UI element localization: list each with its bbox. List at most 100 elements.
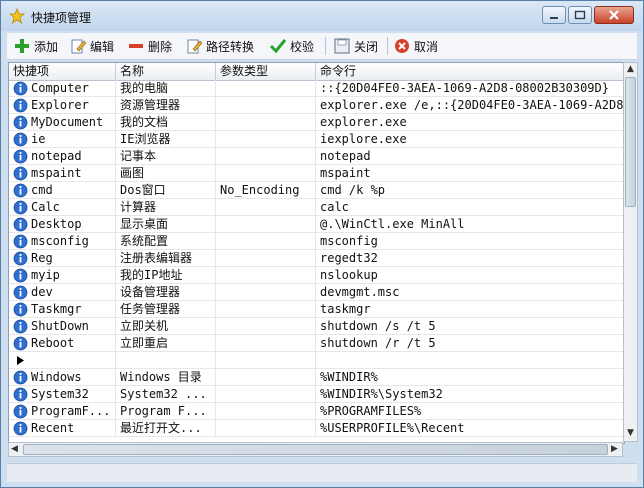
table-row[interactable]: Windows Windows 目录 %WINDIR%: [9, 369, 624, 386]
shortcut-cell[interactable]: Taskmgr: [9, 301, 116, 318]
name-cell[interactable]: System32 ...: [116, 386, 216, 403]
column-header-name[interactable]: 名称: [116, 63, 216, 80]
name-cell[interactable]: 立即关机: [116, 318, 216, 335]
param-type-cell[interactable]: No_Encoding: [216, 182, 316, 199]
path-convert-button[interactable]: 路径转换: [185, 36, 254, 56]
param-type-cell[interactable]: [216, 403, 316, 420]
name-cell[interactable]: 我的文档: [116, 114, 216, 131]
scroll-right-icon[interactable]: ▶: [611, 444, 618, 454]
table-row[interactable]: Desktop 显示桌面 @.\WinCtl.exe MinAll: [9, 216, 624, 233]
command-cell[interactable]: calc: [316, 199, 624, 216]
command-cell[interactable]: mspaint: [316, 165, 624, 182]
table-row[interactable]: System32 System32 ... %WINDIR%\System32: [9, 386, 624, 403]
table-row[interactable]: ie IE浏览器 iexplore.exe: [9, 131, 624, 148]
table-row[interactable]: Computer 我的电脑::{20D04FE0-3AEA-1069-A2D8-0…: [9, 80, 624, 97]
delete-button[interactable]: 删除: [127, 36, 172, 56]
param-type-cell[interactable]: [216, 199, 316, 216]
shortcut-cell[interactable]: Explorer: [9, 97, 116, 114]
new-row[interactable]: [9, 352, 624, 369]
table-row[interactable]: ShutDown 立即关机 shutdown /s /t 5: [9, 318, 624, 335]
shortcut-cell[interactable]: Computer: [9, 80, 116, 97]
scroll-up-icon[interactable]: ▲: [627, 64, 634, 74]
shortcut-cell[interactable]: MyDocument: [9, 114, 116, 131]
name-cell[interactable]: 我的电脑: [116, 80, 216, 97]
command-cell[interactable]: @.\WinCtl.exe MinAll: [316, 216, 624, 233]
scroll-left-icon[interactable]: ◀: [11, 444, 18, 454]
param-type-cell[interactable]: [216, 386, 316, 403]
column-header-shortcut[interactable]: 快捷项: [9, 63, 116, 80]
command-cell[interactable]: devmgmt.msc: [316, 284, 624, 301]
name-cell[interactable]: 设备管理器: [116, 284, 216, 301]
cancel-button[interactable]: 取消: [393, 36, 438, 56]
shortcut-cell[interactable]: [9, 352, 116, 369]
command-cell[interactable]: notepad: [316, 148, 624, 165]
shortcut-cell[interactable]: Windows: [9, 369, 116, 386]
table-row[interactable]: Taskmgr 任务管理器 taskmgr: [9, 301, 624, 318]
name-cell[interactable]: [116, 352, 216, 369]
name-cell[interactable]: 记事本: [116, 148, 216, 165]
param-type-cell[interactable]: [216, 284, 316, 301]
name-cell[interactable]: 最近打开文...: [116, 420, 216, 437]
table-row[interactable]: Calc 计算器 calc: [9, 199, 624, 216]
table-row[interactable]: Recent 最近打开文... %USERPROFILE%\Recent: [9, 420, 624, 437]
command-cell[interactable]: explorer.exe /e,::{20D04FE0-3AEA-1069-A2…: [316, 97, 624, 114]
param-type-cell[interactable]: [216, 80, 316, 97]
shortcut-cell[interactable]: Recent: [9, 420, 116, 437]
minimize-button[interactable]: [542, 6, 566, 24]
column-header-param-type[interactable]: 参数类型: [216, 63, 316, 80]
name-cell[interactable]: Program F...: [116, 403, 216, 420]
name-cell[interactable]: 立即重启: [116, 335, 216, 352]
table-row[interactable]: msconfig 系统配置 msconfig: [9, 233, 624, 250]
verify-button[interactable]: 校验: [269, 36, 314, 56]
command-cell[interactable]: %WINDIR%: [316, 369, 624, 386]
name-cell[interactable]: 资源管理器: [116, 97, 216, 114]
shortcut-cell[interactable]: dev: [9, 284, 116, 301]
scroll-thumb[interactable]: [625, 77, 636, 207]
name-cell[interactable]: 任务管理器: [116, 301, 216, 318]
shortcut-cell[interactable]: cmd: [9, 182, 116, 199]
shortcut-cell[interactable]: Calc: [9, 199, 116, 216]
add-button[interactable]: 添加: [13, 36, 58, 56]
command-cell[interactable]: %WINDIR%\System32: [316, 386, 624, 403]
command-cell[interactable]: cmd /k %p: [316, 182, 624, 199]
shortcut-cell[interactable]: msconfig: [9, 233, 116, 250]
table-row[interactable]: cmd Dos窗口 No_Encoding cmd /k %p: [9, 182, 624, 199]
name-cell[interactable]: 注册表编辑器: [116, 250, 216, 267]
shortcut-cell[interactable]: mspaint: [9, 165, 116, 182]
param-type-cell[interactable]: [216, 114, 316, 131]
param-type-cell[interactable]: [216, 250, 316, 267]
close-window-button[interactable]: [594, 6, 634, 24]
command-cell[interactable]: explorer.exe: [316, 114, 624, 131]
name-cell[interactable]: IE浏览器: [116, 131, 216, 148]
shortcut-cell[interactable]: notepad: [9, 148, 116, 165]
maximize-button[interactable]: [568, 6, 592, 24]
name-cell[interactable]: 我的IP地址: [116, 267, 216, 284]
command-cell[interactable]: nslookup: [316, 267, 624, 284]
shortcut-cell[interactable]: myip: [9, 267, 116, 284]
param-type-cell[interactable]: [216, 318, 316, 335]
param-type-cell[interactable]: [216, 216, 316, 233]
command-cell[interactable]: ::{20D04FE0-3AEA-1069-A2D8-08002B30309D}: [316, 80, 624, 97]
shortcut-cell[interactable]: System32: [9, 386, 116, 403]
horizontal-scrollbar[interactable]: ◀ ▶: [8, 442, 623, 457]
table-row[interactable]: mspaint 画图 mspaint: [9, 165, 624, 182]
shortcut-cell[interactable]: Desktop: [9, 216, 116, 233]
command-cell[interactable]: shutdown /s /t 5: [316, 318, 624, 335]
param-type-cell[interactable]: [216, 420, 316, 437]
param-type-cell[interactable]: [216, 148, 316, 165]
param-type-cell[interactable]: [216, 369, 316, 386]
param-type-cell[interactable]: [216, 97, 316, 114]
command-cell[interactable]: %USERPROFILE%\Recent: [316, 420, 624, 437]
param-type-cell[interactable]: [216, 352, 316, 369]
name-cell[interactable]: 画图: [116, 165, 216, 182]
command-cell[interactable]: regedt32: [316, 250, 624, 267]
command-cell[interactable]: msconfig: [316, 233, 624, 250]
name-cell[interactable]: 系统配置: [116, 233, 216, 250]
param-type-cell[interactable]: [216, 335, 316, 352]
param-type-cell[interactable]: [216, 301, 316, 318]
table-row[interactable]: dev 设备管理器 devmgmt.msc: [9, 284, 624, 301]
table-row[interactable]: Reg 注册表编辑器 regedt32: [9, 250, 624, 267]
hscroll-thumb[interactable]: [23, 444, 608, 455]
table-row[interactable]: MyDocument 我的文档 explorer.exe: [9, 114, 624, 131]
scroll-down-icon[interactable]: ▼: [627, 428, 634, 438]
